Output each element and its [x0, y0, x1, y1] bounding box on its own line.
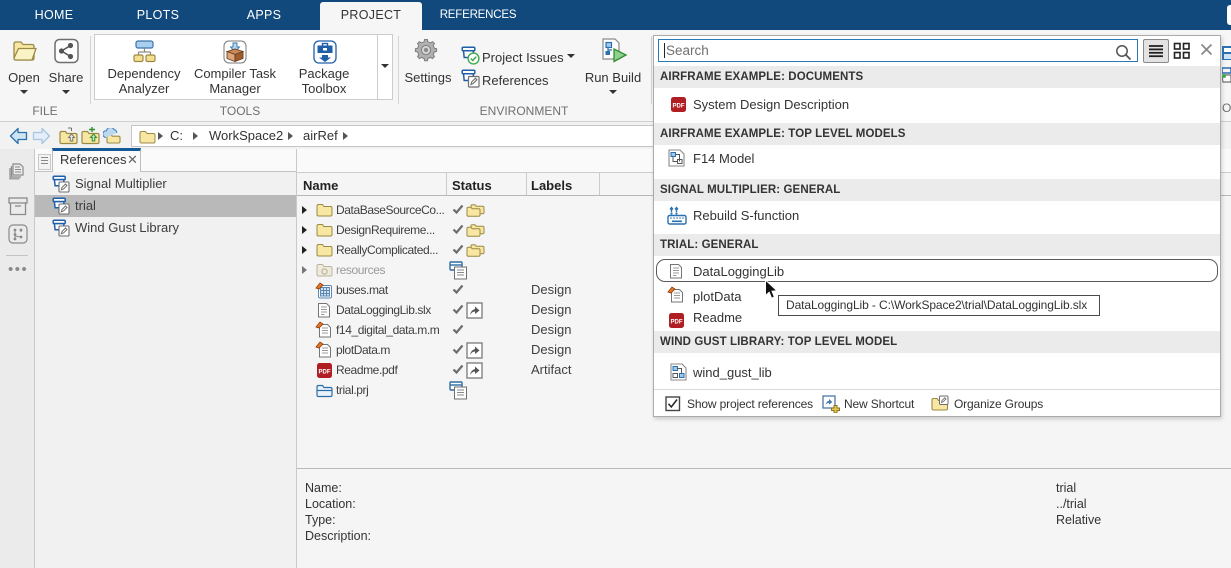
svg-text:PDF: PDF — [673, 104, 685, 110]
svg-text:PDF: PDF — [671, 320, 683, 326]
svg-text:PDF: PDF — [319, 370, 331, 376]
